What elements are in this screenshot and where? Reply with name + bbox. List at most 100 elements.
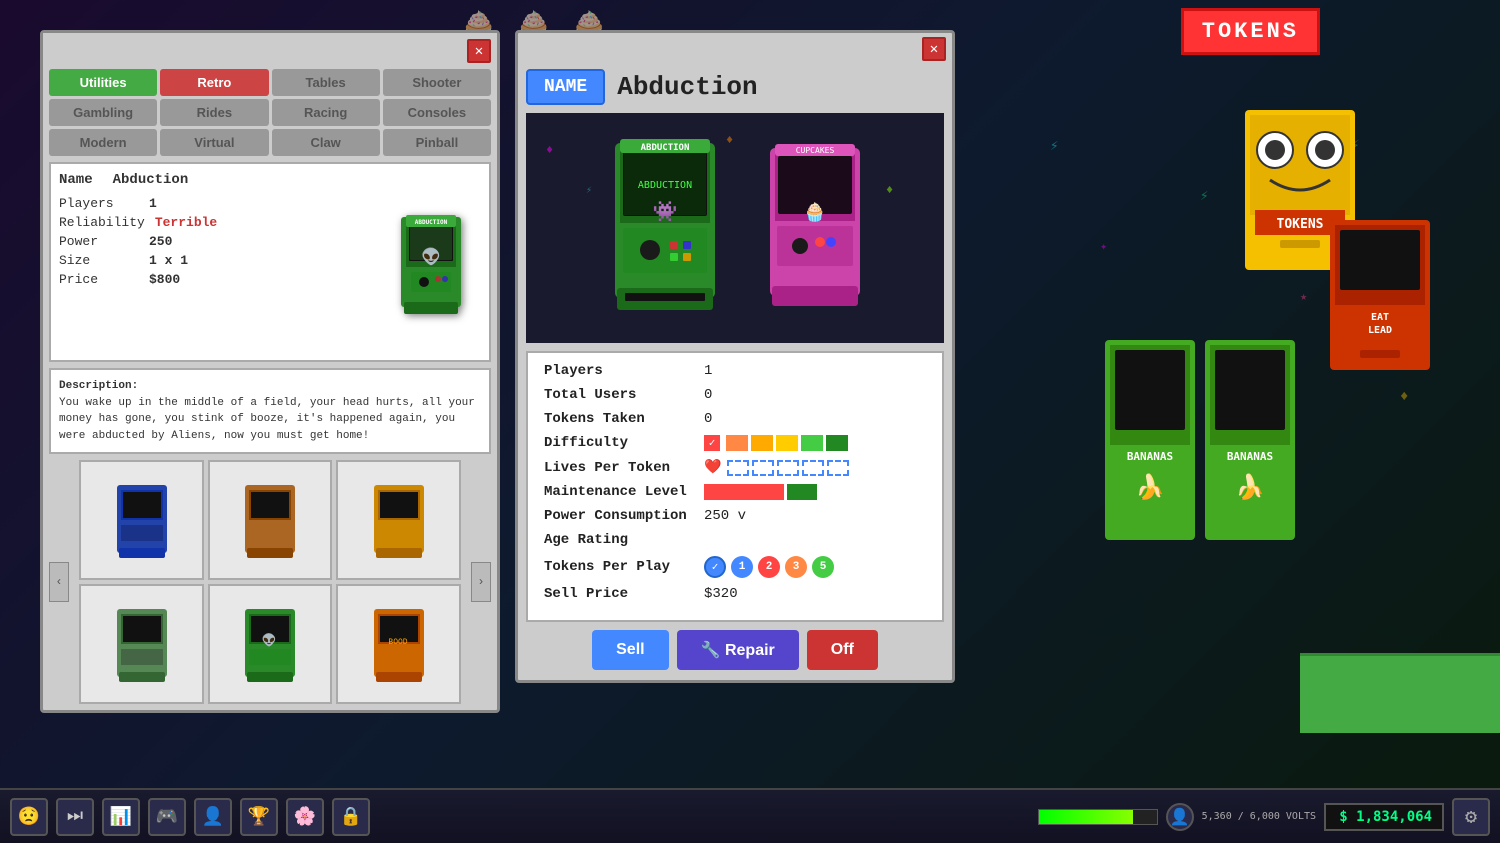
tab-virtual[interactable]: Virtual (160, 129, 268, 156)
stats-panel: Players 1 Total Users 0 Tokens Taken 0 D… (526, 351, 944, 622)
lives-bar: ❤️ (704, 459, 849, 476)
detail-tokens-taken-value: 0 (704, 411, 712, 427)
toolbar-staff-button[interactable]: 👤 (194, 798, 232, 836)
svg-text:👾: 👾 (653, 201, 678, 225)
detail-difficulty-label: Difficulty (544, 435, 704, 451)
grid-item-3[interactable] (336, 460, 461, 580)
players-label: Players (59, 196, 139, 211)
tab-racing[interactable]: Racing (272, 99, 380, 126)
tab-utilities[interactable]: Utilities (49, 69, 157, 96)
toolbar-lock-button[interactable]: 🔒 (332, 798, 370, 836)
grid-item-2[interactable] (208, 460, 333, 580)
tokens-sign: TOKENS (1181, 8, 1320, 55)
grid-item-6[interactable]: BOOD (336, 584, 461, 704)
svg-text:♦: ♦ (546, 143, 553, 157)
settings-button[interactable]: ⚙ (1452, 798, 1490, 836)
svg-text:🍌: 🍌 (1135, 473, 1165, 503)
lives-seg-5 (827, 460, 849, 476)
description-text: You wake up in the middle of a field, yo… (59, 397, 475, 442)
detail-players-value: 1 (704, 363, 712, 379)
tab-tables[interactable]: Tables (272, 69, 380, 96)
off-button[interactable]: Off (807, 630, 878, 670)
grid-item-1[interactable] (79, 460, 204, 580)
lives-seg-2 (752, 460, 774, 476)
lives-seg-3 (777, 460, 799, 476)
item-browser-panel: ✕ Utilities Retro Tables Shooter Gamblin… (40, 30, 500, 713)
staff-count-icon: 👤 (1166, 803, 1194, 831)
right-panel-close-button[interactable]: ✕ (922, 37, 946, 61)
svg-text:ABDUCTION: ABDUCTION (638, 180, 692, 191)
tab-claw[interactable]: Claw (272, 129, 380, 156)
machine-detail-panel: ✕ NAME Abduction ♦ ⚡ ★ ♦ ⚡ ★ ♦ (515, 30, 955, 683)
tab-pinball[interactable]: Pinball (383, 129, 491, 156)
maint-seg-1 (704, 484, 784, 500)
diff-seg-2 (751, 435, 773, 451)
difficulty-bar: ✓ (704, 435, 848, 451)
name-label: Name (59, 172, 93, 188)
token-option-1[interactable]: 1 (731, 556, 753, 578)
svg-text:👽: 👽 (421, 247, 441, 267)
svg-text:ABDUCTION: ABDUCTION (641, 143, 690, 153)
machine-image-bg: ♦ ⚡ ★ ♦ ⚡ ★ ♦ ABDUCTION ABDUCTION (526, 113, 944, 343)
action-buttons: Sell 🔧 Repair Off (518, 630, 952, 680)
players-value: 1 (149, 196, 157, 211)
tokens-per-play-selector: ✓ 1 2 3 5 (704, 556, 836, 578)
detail-power-label: Power Consumption (544, 508, 704, 524)
toolbar-emotion-button[interactable]: 😟 (10, 798, 48, 836)
name-value: Abduction (113, 172, 189, 188)
tab-gambling[interactable]: Gambling (49, 99, 157, 126)
item-stats: Name Abduction Players 1 Reliability Ter… (59, 172, 373, 352)
toolbar-decor-button[interactable]: 🌸 (286, 798, 324, 836)
toolbar-awards-button[interactable]: 🏆 (240, 798, 278, 836)
lives-seg-1 (727, 460, 749, 476)
tab-shooter[interactable]: Shooter (383, 69, 491, 96)
scroll-right-button[interactable]: › (471, 562, 491, 602)
item-thumbnail: ABDUCTION 👽 (381, 172, 481, 352)
machine-image-area: ♦ ⚡ ★ ♦ ⚡ ★ ♦ ABDUCTION ABDUCTION (526, 113, 944, 343)
token-option-selected[interactable]: ✓ (704, 556, 726, 578)
left-panel-header: ✕ (43, 33, 497, 69)
diff-seg-4 (801, 435, 823, 451)
toolbar-stats-button[interactable]: 📊 (102, 798, 140, 836)
tab-retro[interactable]: Retro (160, 69, 268, 96)
scroll-left-button[interactable]: ‹ (49, 562, 69, 602)
lives-seg-4 (802, 460, 824, 476)
token-option-5[interactable]: 5 (812, 556, 834, 578)
svg-text:♦: ♦ (886, 183, 893, 197)
bottom-toolbar: 😟 ⏭ 📊 🎮 👤 🏆 🌸 🔒 👤 5,360 / 6,000 VOLTS $ … (0, 788, 1500, 843)
description-label: Description: (59, 380, 138, 392)
detail-sell-price-label: Sell Price (544, 586, 704, 602)
repair-button[interactable]: 🔧 Repair (677, 630, 799, 670)
toolbar-games-button[interactable]: 🎮 (148, 798, 186, 836)
reliability-label: Reliability (59, 215, 145, 230)
svg-text:CUPCAKES: CUPCAKES (796, 146, 835, 155)
left-panel-close-button[interactable]: ✕ (467, 39, 491, 63)
toolbar-fast-forward-button[interactable]: ⏭ (56, 798, 94, 836)
svg-text:✦: ✦ (1100, 240, 1107, 254)
money-display: $ 1,834,064 (1324, 803, 1444, 831)
svg-text:BOOD: BOOD (389, 638, 408, 647)
svg-text:BANANAS: BANANAS (1227, 450, 1273, 463)
power-label: Power (59, 234, 139, 249)
detail-lives-label: Lives Per Token (544, 460, 704, 476)
reliability-value: Terrible (155, 215, 217, 230)
tab-modern[interactable]: Modern (49, 129, 157, 156)
power-value: 250 (149, 234, 172, 249)
price-value: $800 (149, 272, 180, 287)
right-panel-header: NAME Abduction (518, 61, 952, 113)
token-option-3[interactable]: 3 (785, 556, 807, 578)
diff-seg-3 (776, 435, 798, 451)
floor-tile (1300, 653, 1500, 733)
grid-item-4[interactable] (79, 584, 204, 704)
svg-text:⚡: ⚡ (1050, 139, 1058, 155)
grid-item-5[interactable]: 👽 (208, 584, 333, 704)
svg-text:LEAD: LEAD (1368, 325, 1392, 336)
sell-button[interactable]: Sell (592, 630, 668, 670)
item-grid: 👽 BOOD (79, 460, 461, 704)
price-label: Price (59, 272, 139, 287)
machine-title: Abduction (617, 72, 757, 102)
detail-maintenance-label: Maintenance Level (544, 484, 704, 500)
tab-consoles[interactable]: Consoles (383, 99, 491, 126)
token-option-2[interactable]: 2 (758, 556, 780, 578)
tab-rides[interactable]: Rides (160, 99, 268, 126)
